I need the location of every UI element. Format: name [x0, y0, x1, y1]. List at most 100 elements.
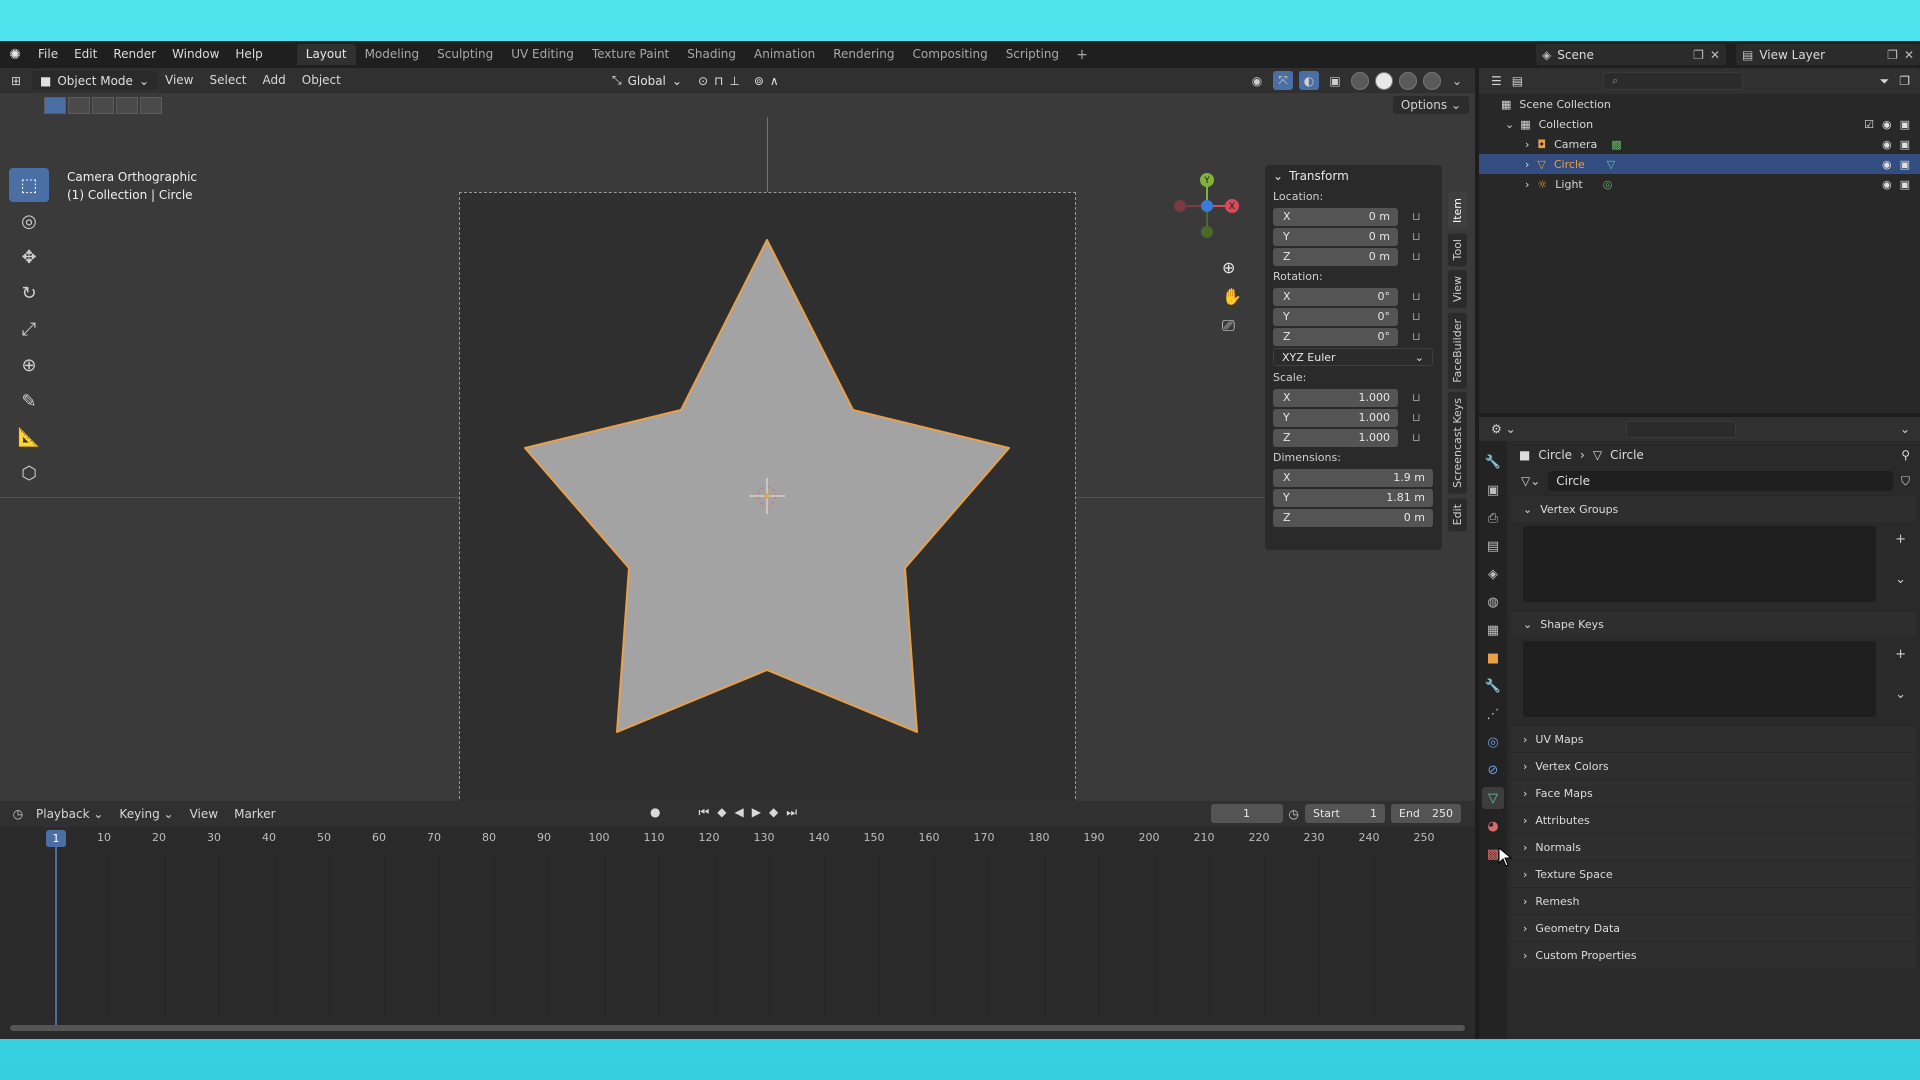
tab-edit[interactable]: Edit — [1448, 498, 1467, 532]
lock-icon[interactable]: ⊔ — [1412, 411, 1421, 424]
transform-tool-icon[interactable]: ⊕ — [9, 348, 49, 382]
chevron-down-icon[interactable]: ⌄ — [1900, 422, 1910, 436]
prev-keyframe-icon[interactable]: ◆ — [717, 805, 726, 820]
collection-row[interactable]: ⌄ ▦ Collection ☑ ◉ ▣ — [1479, 114, 1920, 134]
tab-uv-editing[interactable]: UV Editing — [502, 44, 583, 65]
outliner-item-light[interactable]: › ☼ Light ◎ ◉ ▣ — [1479, 174, 1920, 194]
menu-render[interactable]: Render — [105, 41, 164, 68]
tab-facebuilder[interactable]: FaceBuilder — [1448, 312, 1467, 389]
menu-add[interactable]: Add — [255, 71, 294, 90]
uv-maps-header[interactable]: › UV Maps — [1511, 725, 1916, 752]
geometry-data-header[interactable]: › Geometry Data — [1511, 914, 1916, 941]
attributes-header[interactable]: › Attributes — [1511, 806, 1916, 833]
jump-end-icon[interactable]: ⏭ — [786, 805, 797, 820]
eye-icon[interactable]: ◉ — [1882, 118, 1892, 131]
scene-tab-icon[interactable]: ◈ — [1482, 563, 1504, 585]
timeline-ruler[interactable]: 1 10 20 30 40 50 60 70 80 90 100 110 120 130 140 150 16… — [0, 827, 1475, 851]
tab-modeling[interactable]: Modeling — [356, 44, 429, 65]
pin-icon[interactable]: ⚲ — [1901, 448, 1910, 462]
wireframe-shading-icon[interactable] — [1351, 71, 1369, 90]
menu-view[interactable]: View — [182, 807, 226, 821]
tab-animation[interactable]: Animation — [745, 44, 824, 65]
blender-logo-icon[interactable]: ✺ — [0, 41, 30, 68]
copy-icon[interactable]: ❐ — [1693, 48, 1704, 62]
copy-icon[interactable]: ❐ — [1887, 48, 1898, 62]
menu-window[interactable]: Window — [164, 41, 227, 68]
falloff-icon[interactable]: ∧ — [770, 74, 779, 88]
shape-keys-list[interactable] — [1523, 641, 1876, 717]
vertex-groups-header[interactable]: ⌄ Vertex Groups — [1511, 495, 1916, 522]
output-tab-icon[interactable]: ⎙ — [1482, 507, 1504, 529]
camera-icon[interactable]: ▣ — [1900, 138, 1910, 151]
collection-tab-icon[interactable]: ▦ — [1482, 619, 1504, 641]
select-subtract-icon[interactable] — [92, 96, 114, 114]
scale-z-field[interactable]: Z 1.000 — [1273, 428, 1398, 447]
select-new-icon[interactable] — [44, 96, 66, 114]
editor-type-icon[interactable]: ☰ — [1491, 74, 1502, 88]
new-collection-icon[interactable]: ❐ — [1899, 74, 1910, 88]
data-tab-icon[interactable]: ▽ — [1482, 787, 1504, 809]
timeline-scrollbar[interactable] — [10, 1025, 1465, 1031]
select-extend-icon[interactable] — [68, 96, 90, 114]
timeline-body[interactable] — [0, 851, 1420, 1021]
options-button[interactable]: Options ⌄ — [1392, 96, 1469, 114]
custom-properties-header[interactable]: › Custom Properties — [1511, 941, 1916, 968]
rotation-y-field[interactable]: Y 0° — [1273, 307, 1398, 326]
navigation-gizmo[interactable]: Y X — [1160, 168, 1240, 248]
scale-tool-icon[interactable]: ⤢ — [9, 312, 49, 346]
add-icon[interactable]: + — [1895, 647, 1906, 662]
scale-x-field[interactable]: X 1.000 — [1273, 388, 1398, 407]
menu-edit[interactable]: Edit — [66, 41, 105, 68]
overlays-icon[interactable]: ◐ — [1299, 71, 1319, 90]
tab-scripting[interactable]: Scripting — [997, 44, 1068, 65]
checkbox-icon[interactable]: ☑ — [1864, 118, 1874, 131]
camera-icon[interactable]: ▣ — [1900, 118, 1910, 131]
menu-help[interactable]: Help — [227, 41, 270, 68]
current-frame-field[interactable]: 1 — [1210, 804, 1283, 823]
snap-target-icon[interactable]: ⊥ — [729, 74, 739, 88]
select-intersect-icon[interactable] — [140, 96, 162, 114]
modifiers-tab-icon[interactable]: 🔧 — [1482, 675, 1504, 697]
annotate-tool-icon[interactable]: ✎ — [9, 384, 49, 418]
transform-header[interactable]: ⌄ Transform — [1265, 165, 1442, 187]
filter-icon[interactable]: ⏷ — [1880, 74, 1890, 89]
light-data-icon[interactable]: ◎ — [1603, 178, 1613, 191]
menu-view[interactable]: View — [157, 71, 201, 90]
add-cube-tool-icon[interactable]: ⬡ — [9, 456, 49, 490]
star-object[interactable] — [459, 192, 1076, 809]
eye-icon[interactable]: ◉ — [1882, 158, 1892, 171]
tab-layout[interactable]: Layout — [296, 44, 356, 65]
lock-icon[interactable]: ⊔ — [1412, 290, 1421, 303]
tab-compositing[interactable]: Compositing — [903, 44, 996, 65]
clock-icon[interactable]: ◷ — [1289, 807, 1299, 821]
mode-select[interactable]: ■ Object Mode ⌄ — [32, 71, 157, 90]
chevron-down-icon[interactable]: ⌄ — [1895, 572, 1906, 587]
eye-icon[interactable]: ◉ — [1882, 178, 1892, 191]
select-box-tool-icon[interactable]: ⬚ — [9, 168, 49, 202]
outliner-search[interactable]: ⌕ — [1603, 72, 1744, 90]
render-tab-icon[interactable]: ▣ — [1482, 479, 1504, 501]
editor-type-icon[interactable]: ◷ — [8, 805, 28, 824]
pivot-icon[interactable]: ⊙ — [698, 74, 708, 88]
zoom-icon[interactable]: ⊕ — [1222, 258, 1242, 277]
rotation-x-field[interactable]: X 0° — [1273, 287, 1398, 306]
tab-screencast-keys[interactable]: Screencast Keys — [1448, 392, 1467, 495]
tab-view[interactable]: View — [1448, 270, 1467, 309]
rotation-z-field[interactable]: Z 0° — [1273, 327, 1398, 346]
visibility-icon[interactable]: ◉ — [1247, 71, 1267, 90]
object-tab-icon[interactable]: ■ — [1482, 647, 1504, 669]
physics-tab-icon[interactable]: ◎ — [1482, 731, 1504, 753]
rotation-mode-select[interactable]: XYZ Euler ⌄ — [1273, 348, 1433, 366]
fake-user-icon[interactable]: ⛉ — [1901, 474, 1910, 489]
move-tool-icon[interactable]: ✥ — [9, 240, 49, 274]
chevron-right-icon[interactable]: › — [1525, 158, 1529, 171]
outliner-item-camera[interactable]: › ◘ Camera ▩ ◉ ▣ — [1479, 134, 1920, 154]
world-tab-icon[interactable]: ◍ — [1482, 591, 1504, 613]
snap-icon[interactable]: ⊓ — [714, 74, 723, 88]
menu-object[interactable]: Object — [294, 71, 349, 90]
scale-y-field[interactable]: Y 1.000 — [1273, 408, 1398, 427]
rotate-tool-icon[interactable]: ↻ — [9, 276, 49, 310]
lock-icon[interactable]: ⊔ — [1412, 250, 1421, 263]
lock-icon[interactable]: ⊔ — [1412, 391, 1421, 404]
dimensions-y-field[interactable]: Y 1.81 m — [1273, 488, 1433, 507]
